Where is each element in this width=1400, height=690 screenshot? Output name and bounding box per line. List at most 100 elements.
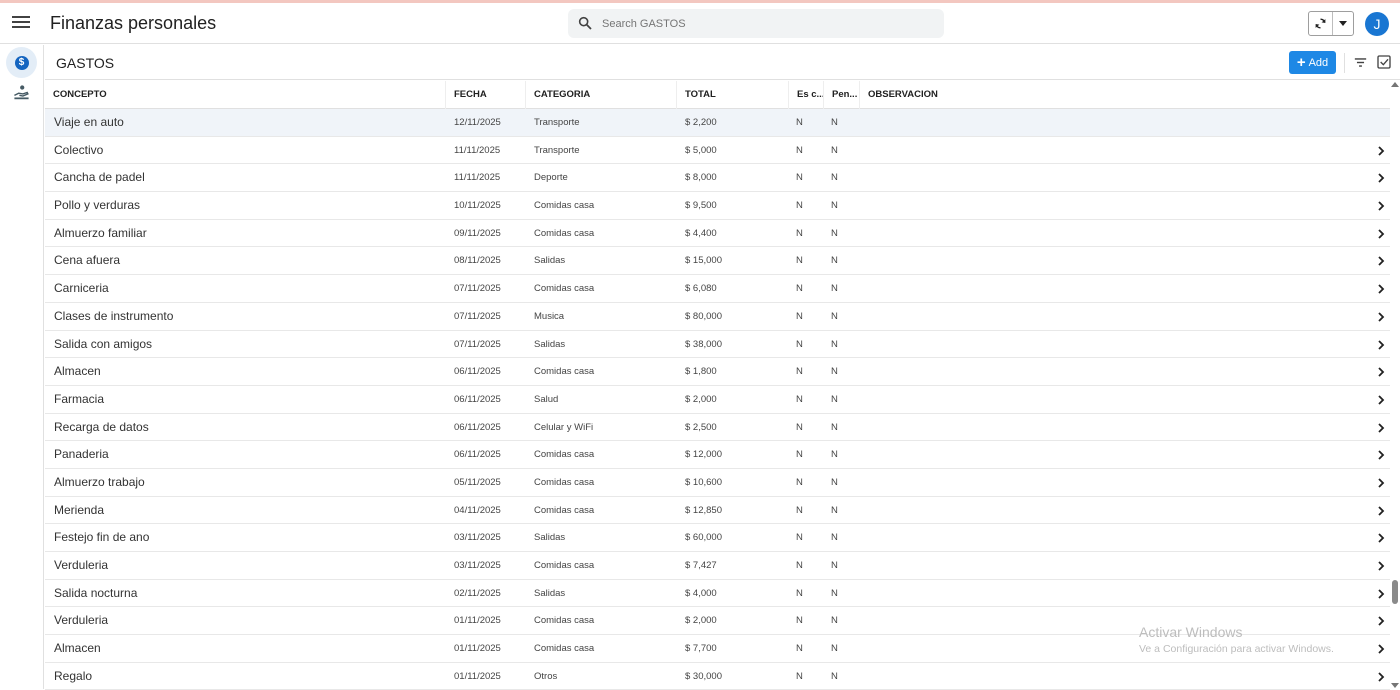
scroll-up-arrow[interactable]	[1391, 82, 1399, 87]
column-header-pen[interactable]: Pen...	[824, 81, 860, 109]
column-header-fecha[interactable]: FECHA	[446, 81, 526, 109]
cell-categoria: Salud	[534, 393, 559, 405]
chevron-right-icon[interactable]	[1376, 172, 1386, 184]
column-header-observacion[interactable]: OBSERVACION	[860, 81, 1390, 109]
cell-fecha: 05/11/2025	[454, 476, 501, 488]
table-row[interactable]: Farmacia 06/11/2025 Salud $ 2,000 N N	[45, 386, 1390, 414]
chevron-right-icon[interactable]	[1376, 145, 1386, 157]
chevron-right-icon[interactable]	[1376, 422, 1386, 434]
cell-es-c: N	[796, 283, 803, 295]
table-row[interactable]: Cancha de padel 11/11/2025 Deporte $ 8,000 N…	[45, 164, 1390, 193]
chevron-right-icon[interactable]	[1376, 228, 1386, 240]
cell-fecha: 06/11/2025	[454, 449, 501, 461]
column-header-total[interactable]: TOTAL	[677, 81, 789, 109]
cell-total: $ 38,000	[685, 338, 722, 350]
cell-total: $ 12,000	[685, 449, 722, 461]
cell-categoria: Salidas	[534, 255, 566, 267]
chevron-right-icon[interactable]	[1376, 505, 1386, 517]
sidebar-item-ingresos[interactable]	[6, 77, 37, 108]
table-row[interactable]: Almuerzo familiar 09/11/2025 Comidas casa $…	[45, 220, 1390, 248]
table-row[interactable]: Salida con amigos 07/11/2025 Salidas $ 38,0…	[45, 331, 1390, 359]
vertical-scrollbar[interactable]	[1390, 80, 1400, 689]
table-row[interactable]: Carniceria 07/11/2025 Comidas casa $ 6,080 N…	[45, 275, 1390, 303]
table-row[interactable]: Verduleria 03/11/2025 Comidas casa $ 7,427 N…	[45, 552, 1390, 580]
cell-total: $ 60,000	[685, 532, 722, 544]
table-row[interactable]: Verduleria 01/11/2025 Comidas casa $ 2,000 N…	[45, 607, 1390, 636]
cell-pendiente: N	[831, 200, 838, 212]
cell-concepto: Clases de instrumento	[54, 308, 174, 323]
table-header: CONCEPTO FECHA CATEGORIA TOTAL Es c... P…	[45, 81, 1390, 109]
cell-pendiente: N	[831, 476, 838, 488]
cell-concepto: Almacen	[54, 364, 101, 379]
cell-es-c: N	[796, 476, 803, 488]
chevron-right-icon[interactable]	[1376, 477, 1386, 489]
chevron-right-icon[interactable]	[1376, 643, 1386, 655]
chevron-right-icon[interactable]	[1376, 394, 1386, 406]
table-row[interactable]: Pollo y verduras 10/11/2025 Comidas casa $ …	[45, 192, 1390, 220]
cell-pendiente: N	[831, 117, 838, 128]
cell-pendiente: N	[831, 643, 838, 655]
table-row[interactable]: Almacen 01/11/2025 Comidas casa $ 7,700 N N	[45, 635, 1390, 663]
chevron-right-icon[interactable]	[1376, 366, 1386, 378]
scroll-down-arrow[interactable]	[1391, 683, 1399, 688]
page-title: GASTOS	[56, 55, 115, 71]
main-content: GASTOS + Add CONCEPTO FECHA CATEGORIA TO…	[45, 45, 1400, 690]
cell-fecha: 03/11/2025	[454, 532, 501, 544]
table-row[interactable]: Festejo fin de ano 03/11/2025 Salidas $ 60,…	[45, 524, 1390, 552]
chevron-right-icon[interactable]	[1376, 671, 1386, 683]
cell-fecha: 07/11/2025	[454, 338, 501, 350]
chevron-right-icon[interactable]	[1376, 255, 1386, 267]
table-row[interactable]: Recarga de datos 06/11/2025 Celular y WiFi…	[45, 414, 1390, 442]
cell-concepto: Salida con amigos	[54, 336, 153, 351]
table-row[interactable]: Colectivo 11/11/2025 Transporte $ 5,000 N N	[45, 137, 1390, 165]
cell-fecha: 12/11/2025	[454, 117, 501, 128]
chevron-right-icon[interactable]	[1376, 449, 1386, 461]
chevron-right-icon[interactable]	[1376, 283, 1386, 295]
cell-fecha: 02/11/2025	[454, 587, 501, 599]
search-input[interactable]	[602, 13, 932, 34]
chevron-right-icon[interactable]	[1376, 200, 1386, 212]
cell-fecha: 01/11/2025	[454, 670, 501, 682]
column-header-categoria[interactable]: CATEGORIA	[526, 81, 677, 109]
avatar[interactable]: J	[1365, 12, 1389, 36]
cell-categoria: Comidas casa	[534, 476, 595, 488]
column-header-concepto[interactable]: CONCEPTO	[45, 81, 446, 109]
table-row[interactable]: Almacen 06/11/2025 Comidas casa $ 1,800 N N	[45, 358, 1390, 386]
checkbox-icon[interactable]	[1376, 54, 1392, 70]
table-row[interactable]: Panaderia 06/11/2025 Comidas casa $ 12,000 N…	[45, 441, 1390, 469]
cell-categoria: Celular y WiFi	[534, 421, 594, 433]
cell-categoria: Comidas casa	[534, 504, 595, 516]
scroll-thumb[interactable]	[1392, 580, 1398, 604]
cell-categoria: Salidas	[534, 532, 566, 544]
divider	[1344, 53, 1345, 73]
table-row[interactable]: Salida nocturna 02/11/2025 Salidas $ 4,000 N…	[45, 580, 1390, 608]
cell-es-c: N	[796, 172, 803, 184]
filter-icon[interactable]	[1352, 54, 1369, 71]
table-row[interactable]: Merienda 04/11/2025 Comidas casa $ 12,850 N N	[45, 497, 1390, 525]
cell-pendiente: N	[831, 255, 838, 267]
chevron-right-icon[interactable]	[1376, 311, 1386, 323]
chevron-right-icon[interactable]	[1376, 532, 1386, 544]
table-body: Viaje en auto 12/11/2025 Transporte $ 2,200…	[45, 109, 1390, 690]
chevron-right-icon[interactable]	[1376, 560, 1386, 572]
table-row[interactable]: Cena afuera 08/11/2025 Salidas $ 15,000 N N	[45, 247, 1390, 276]
chevron-right-icon[interactable]	[1376, 339, 1386, 351]
chevron-right-icon[interactable]	[1376, 615, 1386, 627]
sync-button[interactable]	[1309, 12, 1333, 35]
cell-total: $ 7,427	[685, 560, 717, 571]
table-row[interactable]: Clases de instrumento 07/11/2025 Musica $ 8…	[45, 303, 1390, 331]
add-button[interactable]: + Add	[1289, 51, 1336, 74]
chevron-right-icon[interactable]	[1376, 588, 1386, 600]
cell-categoria: Salidas	[534, 587, 566, 599]
sidebar-item-gastos[interactable]: $	[6, 47, 37, 78]
menu-icon[interactable]	[11, 13, 31, 33]
table-row[interactable]: Viaje en auto 12/11/2025 Transporte $ 2,200…	[45, 109, 1390, 137]
cell-total: $ 2,500	[685, 421, 717, 433]
table-row[interactable]: Almuerzo trabajo 05/11/2025 Comidas casa $ …	[45, 469, 1390, 497]
search-box[interactable]	[568, 9, 944, 38]
column-header-es[interactable]: Es c...	[789, 81, 824, 109]
sync-dropdown[interactable]	[1333, 12, 1353, 35]
cell-pendiente: N	[831, 310, 838, 322]
cell-fecha: 11/11/2025	[454, 144, 501, 156]
table-row[interactable]: Regalo 01/11/2025 Otros $ 30,000 N N	[45, 663, 1390, 690]
